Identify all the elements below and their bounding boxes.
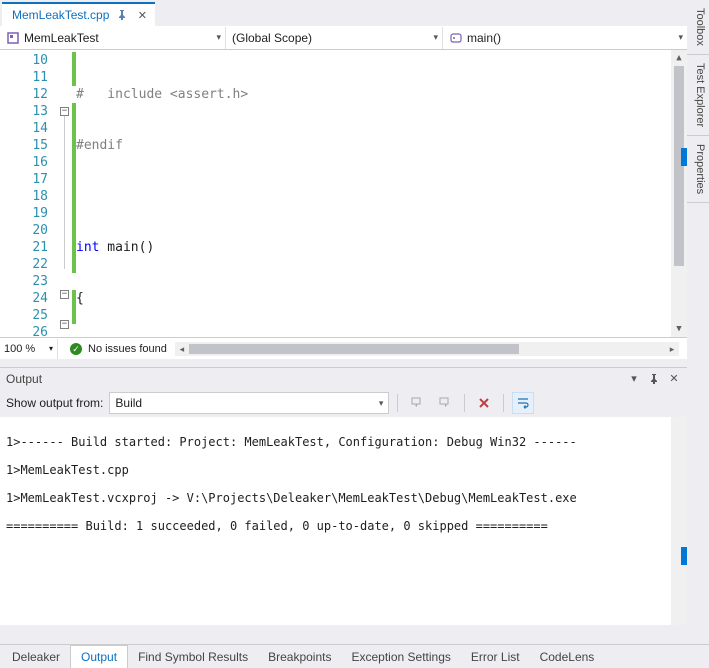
tab-codelens[interactable]: CodeLens xyxy=(530,646,605,668)
document-tab-bar: MemLeakTest.cpp ✕ xyxy=(0,0,687,26)
issues-indicator[interactable]: ✓ No issues found xyxy=(70,343,167,355)
close-icon[interactable]: ✕ xyxy=(667,372,681,386)
bottom-tab-well: Deleaker Output Find Symbol Results Brea… xyxy=(0,644,709,668)
editor-vertical-scrollbar[interactable]: ▲ ▼ xyxy=(671,50,687,337)
code-content[interactable]: # include <assert.h> #endif int main() {… xyxy=(76,50,687,337)
zoom-dropdown[interactable]: 100 % ▾ xyxy=(0,339,58,359)
zoom-value: 100 % xyxy=(4,343,35,355)
file-tab-memleaktest[interactable]: MemLeakTest.cpp ✕ xyxy=(2,2,155,26)
checkmark-icon: ✓ xyxy=(70,343,82,355)
tab-output[interactable]: Output xyxy=(70,645,128,668)
navigation-bar: MemLeakTest ▾ (Global Scope) ▾ main() ▾ xyxy=(0,26,687,50)
scrollbar-thumb[interactable] xyxy=(674,66,684,266)
output-vertical-scrollbar[interactable] xyxy=(671,417,687,625)
tab-deleaker[interactable]: Deleaker xyxy=(2,646,70,668)
clear-all-button[interactable] xyxy=(473,392,495,414)
outline-column[interactable]: − − − xyxy=(58,50,72,337)
project-dropdown-label: MemLeakTest xyxy=(24,31,99,45)
prev-message-button[interactable] xyxy=(406,392,428,414)
file-tab-label: MemLeakTest.cpp xyxy=(12,8,109,22)
code-editor[interactable]: 101112 131415 161718 192021 222324 25262… xyxy=(0,50,687,337)
caret-indicator xyxy=(681,547,687,565)
show-output-from-label: Show output from: xyxy=(6,396,103,410)
fold-toggle[interactable]: − xyxy=(60,107,69,116)
output-source-value: Build xyxy=(115,396,142,410)
side-tab-test-explorer[interactable]: Test Explorer xyxy=(687,55,709,136)
toolbar-separator xyxy=(397,394,398,412)
output-source-dropdown[interactable]: Build ▾ xyxy=(109,392,389,414)
scope-dropdown[interactable]: (Global Scope) ▾ xyxy=(226,27,443,49)
fold-toggle[interactable]: − xyxy=(60,290,69,299)
output-panel-title: Output xyxy=(6,372,42,386)
scrollbar-thumb[interactable] xyxy=(189,344,519,354)
member-dropdown-label: main() xyxy=(467,31,501,45)
next-message-button[interactable] xyxy=(434,392,456,414)
function-icon xyxy=(449,31,463,45)
scroll-down-arrow[interactable]: ▼ xyxy=(671,321,687,337)
tab-breakpoints[interactable]: Breakpoints xyxy=(258,646,341,668)
tab-error-list[interactable]: Error List xyxy=(461,646,530,668)
chevron-down-icon: ▾ xyxy=(216,32,221,43)
member-dropdown[interactable]: main() ▾ xyxy=(443,27,687,49)
scroll-up-arrow[interactable]: ▲ xyxy=(671,50,687,66)
tab-find-symbol-results[interactable]: Find Symbol Results xyxy=(128,646,258,668)
toolbar-separator xyxy=(503,394,504,412)
project-dropdown[interactable]: MemLeakTest ▾ xyxy=(0,27,226,49)
issues-label: No issues found xyxy=(88,343,167,355)
output-panel-header: Output ▾ ✕ xyxy=(0,367,687,389)
close-icon[interactable]: ✕ xyxy=(135,8,149,22)
chevron-down-icon: ▾ xyxy=(433,32,438,43)
output-text[interactable]: 1>------ Build started: Project: MemLeak… xyxy=(0,417,687,625)
scroll-right-arrow[interactable]: ▸ xyxy=(665,342,679,356)
pin-icon[interactable] xyxy=(115,8,129,22)
project-icon xyxy=(6,31,20,45)
chevron-down-icon: ▾ xyxy=(678,32,683,43)
tab-exception-settings[interactable]: Exception Settings xyxy=(341,646,460,668)
toggle-word-wrap-button[interactable] xyxy=(512,392,534,414)
editor-status-bar: 100 % ▾ ✓ No issues found ◂ ▸ xyxy=(0,337,687,359)
side-tab-toolbox[interactable]: Toolbox xyxy=(687,0,709,55)
chevron-down-icon: ▾ xyxy=(379,398,384,409)
toolbar-separator xyxy=(464,394,465,412)
side-tab-well: Toolbox Test Explorer Properties xyxy=(687,0,709,203)
pin-icon[interactable] xyxy=(647,372,661,386)
chevron-down-icon: ▾ xyxy=(49,344,53,353)
output-toolbar: Show output from: Build ▾ xyxy=(0,389,687,417)
window-position-icon[interactable]: ▾ xyxy=(627,372,641,386)
editor-horizontal-scrollbar[interactable]: ◂ ▸ xyxy=(175,342,679,356)
line-number-gutter: 101112 131415 161718 192021 222324 25262… xyxy=(0,50,58,337)
side-tab-properties[interactable]: Properties xyxy=(687,136,709,203)
fold-toggle[interactable]: − xyxy=(60,320,69,329)
scope-dropdown-label: (Global Scope) xyxy=(232,31,312,45)
scroll-left-arrow[interactable]: ◂ xyxy=(175,342,189,356)
